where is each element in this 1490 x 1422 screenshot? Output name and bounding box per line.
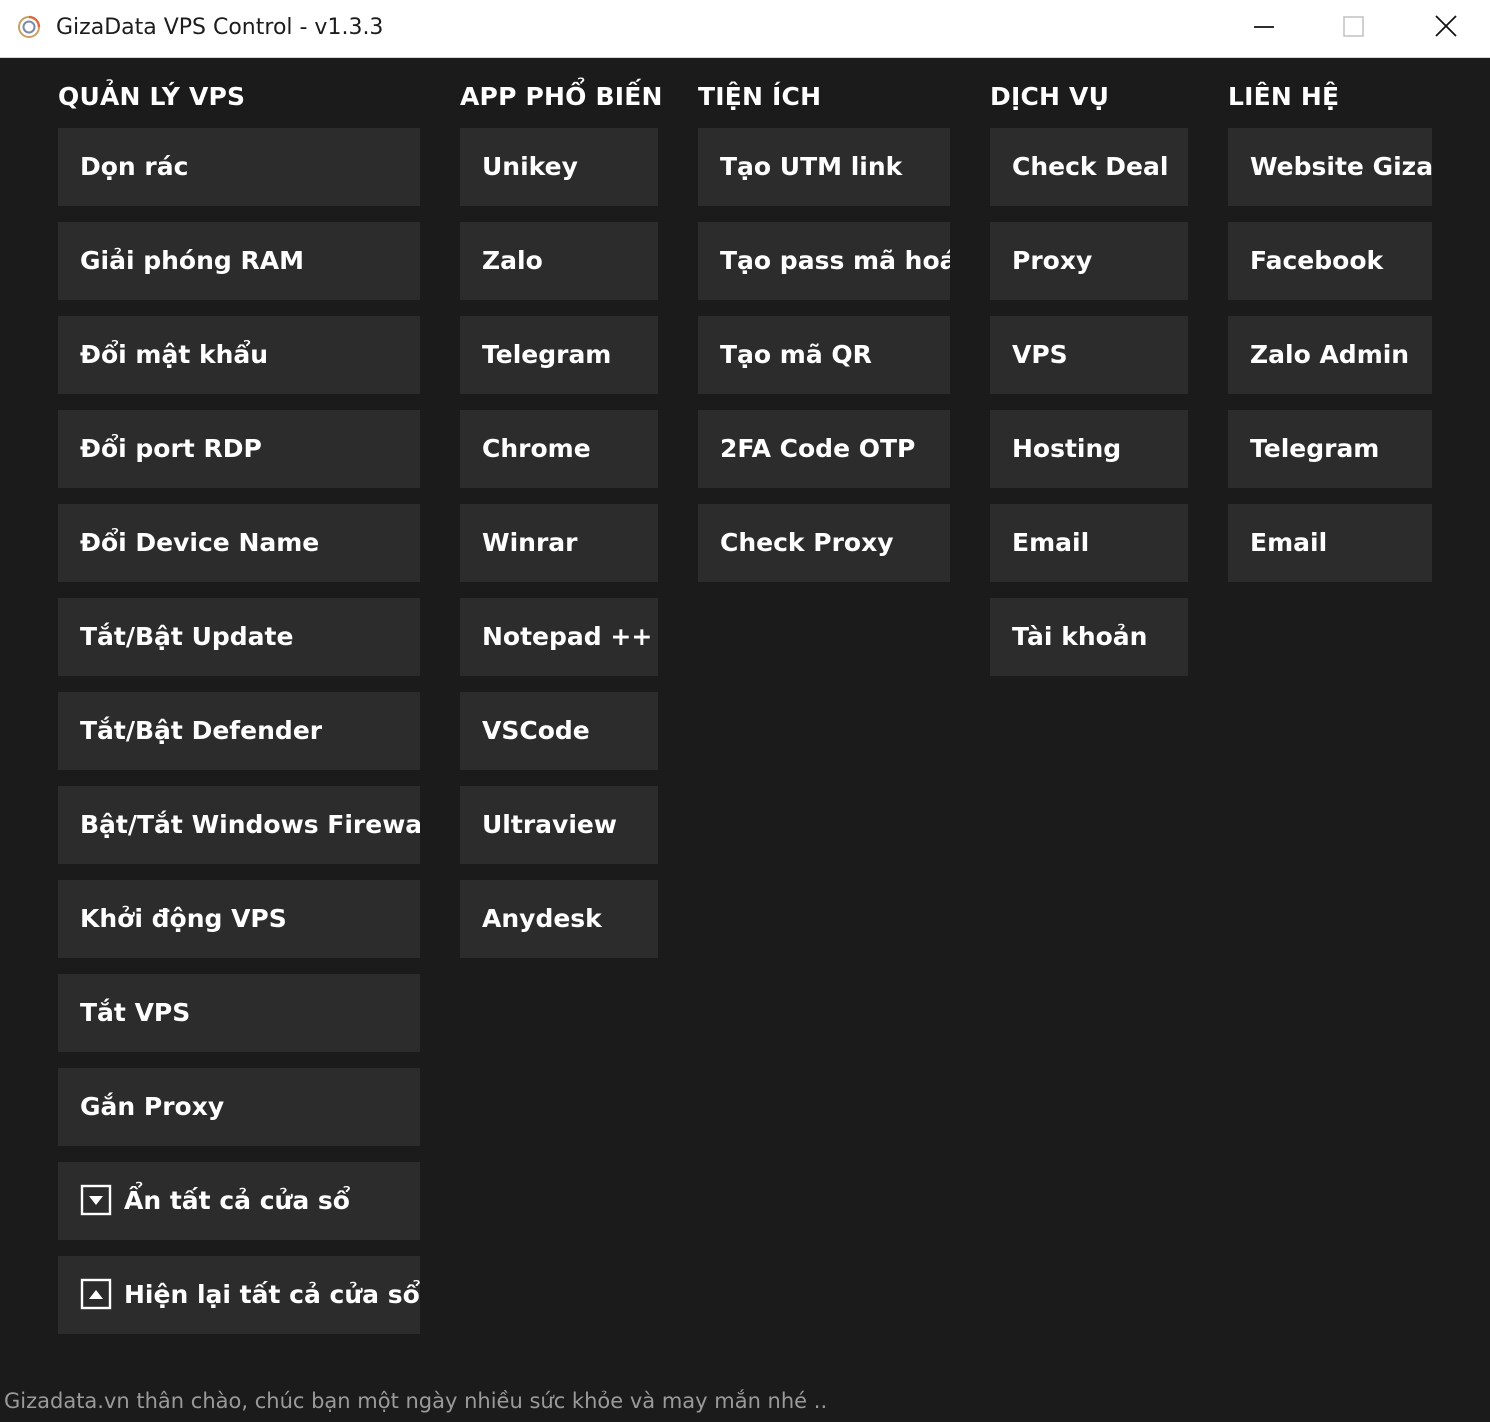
service-vps-button[interactable]: VPS bbox=[990, 316, 1188, 394]
window-title: GizaData VPS Control - v1.3.3 bbox=[56, 15, 384, 40]
button-label: Zalo Admin bbox=[1250, 340, 1410, 369]
button-label: Zalo bbox=[482, 246, 543, 275]
button-label: Đổi port RDP bbox=[80, 434, 262, 463]
service-hosting-button[interactable]: Hosting bbox=[990, 410, 1188, 488]
button-label: Gắn Proxy bbox=[80, 1092, 225, 1121]
button-label: Tắt/Bật Defender bbox=[80, 716, 323, 745]
heading-contact: LIÊN HỆ bbox=[1228, 82, 1340, 111]
button-label: Tạo pass mã hoá bbox=[720, 246, 950, 275]
app-winrar-button[interactable]: Winrar bbox=[460, 504, 658, 582]
services-column: Check Deal Proxy VPS Hosting Email Tài k… bbox=[990, 128, 1188, 692]
button-label: Tạo UTM link bbox=[720, 152, 903, 181]
show-all-windows-button[interactable]: Hiện lại tất cả cửa sổ bbox=[58, 1256, 420, 1334]
free-ram-button[interactable]: Giải phóng RAM bbox=[58, 222, 420, 300]
clean-trash-button[interactable]: Dọn rác bbox=[58, 128, 420, 206]
toggle-defender-button[interactable]: Tắt/Bật Defender bbox=[58, 692, 420, 770]
title-bar[interactable]: GizaData VPS Control - v1.3.3 bbox=[0, 0, 1490, 58]
button-label: VPS bbox=[1012, 340, 1068, 369]
service-email-button[interactable]: Email bbox=[990, 504, 1188, 582]
button-label: Dọn rác bbox=[80, 152, 189, 181]
utilities-column: Tạo UTM link Tạo pass mã hoá Tạo mã QR 2… bbox=[698, 128, 950, 598]
app-notepadpp-button[interactable]: Notepad ++ bbox=[460, 598, 658, 676]
button-label: Unikey bbox=[482, 152, 578, 181]
change-rdp-port-button[interactable]: Đổi port RDP bbox=[58, 410, 420, 488]
create-qr-code-button[interactable]: Tạo mã QR bbox=[698, 316, 950, 394]
main-panel: QUẢN LÝ VPS APP PHỔ BIẾN TIỆN ÍCH DỊCH V… bbox=[0, 58, 1490, 1422]
button-label: Check Proxy bbox=[720, 528, 894, 557]
service-proxy-button[interactable]: Proxy bbox=[990, 222, 1188, 300]
create-encrypted-pass-button[interactable]: Tạo pass mã hoá bbox=[698, 222, 950, 300]
shutdown-vps-button[interactable]: Tắt VPS bbox=[58, 974, 420, 1052]
button-label: 2FA Code OTP bbox=[720, 434, 916, 463]
button-label: Đổi mật khẩu bbox=[80, 340, 269, 369]
vps-management-column: Dọn rác Giải phóng RAM Đổi mật khẩu Đổi … bbox=[58, 128, 420, 1350]
arrow-down-box-icon bbox=[80, 1184, 112, 1216]
button-label: Ultraview bbox=[482, 810, 617, 839]
button-label: Notepad ++ bbox=[482, 622, 653, 651]
button-label: Đổi Device Name bbox=[80, 528, 320, 557]
arrow-up-box-icon bbox=[80, 1278, 112, 1310]
app-zalo-button[interactable]: Zalo bbox=[460, 222, 658, 300]
minimize-icon bbox=[1254, 26, 1274, 28]
service-account-button[interactable]: Tài khoản bbox=[990, 598, 1188, 676]
change-device-name-button[interactable]: Đổi Device Name bbox=[58, 504, 420, 582]
button-label: Tài khoản bbox=[1012, 622, 1148, 651]
maximize-button[interactable] bbox=[1309, 0, 1399, 56]
create-utm-link-button[interactable]: Tạo UTM link bbox=[698, 128, 950, 206]
button-label: Anydesk bbox=[482, 904, 602, 933]
restart-vps-button[interactable]: Khởi động VPS bbox=[58, 880, 420, 958]
button-label: Ẩn tất cả cửa sổ bbox=[124, 1186, 350, 1215]
button-label: Check Deal bbox=[1012, 152, 1169, 181]
app-telegram-button[interactable]: Telegram bbox=[460, 316, 658, 394]
popular-apps-column: Unikey Zalo Telegram Chrome Winrar Notep… bbox=[460, 128, 658, 974]
button-label: Bật/Tắt Windows Firewall bbox=[80, 810, 420, 839]
heading-services: DỊCH VỤ bbox=[990, 82, 1110, 111]
app-chrome-button[interactable]: Chrome bbox=[460, 410, 658, 488]
button-label: Winrar bbox=[482, 528, 578, 557]
change-password-button[interactable]: Đổi mật khẩu bbox=[58, 316, 420, 394]
toggle-update-button[interactable]: Tắt/Bật Update bbox=[58, 598, 420, 676]
button-label: Khởi động VPS bbox=[80, 904, 287, 933]
button-label: Website Giza bbox=[1250, 152, 1432, 181]
button-label: Email bbox=[1250, 528, 1328, 557]
app-vscode-button[interactable]: VSCode bbox=[460, 692, 658, 770]
contact-telegram-button[interactable]: Telegram bbox=[1228, 410, 1432, 488]
button-label: Email bbox=[1012, 528, 1090, 557]
button-label: Giải phóng RAM bbox=[80, 246, 304, 275]
button-label: Tắt VPS bbox=[80, 998, 191, 1027]
heading-popular-apps: APP PHỔ BIẾN bbox=[460, 82, 663, 111]
contact-website-button[interactable]: Website Giza bbox=[1228, 128, 1432, 206]
gizadata-logo-icon bbox=[16, 14, 42, 40]
contact-column: Website Giza Facebook Zalo Admin Telegra… bbox=[1228, 128, 1432, 598]
check-deal-button[interactable]: Check Deal bbox=[990, 128, 1188, 206]
heading-utilities: TIỆN ÍCH bbox=[698, 82, 822, 111]
status-bar-text: Gizadata.vn thân chào, chúc bạn một ngày… bbox=[4, 1389, 828, 1413]
button-label: Telegram bbox=[482, 340, 612, 369]
button-label: Hiện lại tất cả cửa sổ bbox=[124, 1280, 420, 1309]
toggle-firewall-button[interactable]: Bật/Tắt Windows Firewall bbox=[58, 786, 420, 864]
button-label: Telegram bbox=[1250, 434, 1380, 463]
button-label: Hosting bbox=[1012, 434, 1122, 463]
minimize-button[interactable] bbox=[1219, 0, 1309, 56]
button-label: VSCode bbox=[482, 716, 590, 745]
button-label: Proxy bbox=[1012, 246, 1093, 275]
app-unikey-button[interactable]: Unikey bbox=[460, 128, 658, 206]
contact-facebook-button[interactable]: Facebook bbox=[1228, 222, 1432, 300]
twofa-otp-button[interactable]: 2FA Code OTP bbox=[698, 410, 950, 488]
close-icon bbox=[1435, 15, 1457, 37]
button-label: Facebook bbox=[1250, 246, 1384, 275]
button-label: Tắt/Bật Update bbox=[80, 622, 294, 651]
button-label: Tạo mã QR bbox=[720, 340, 872, 369]
hide-all-windows-button[interactable]: Ẩn tất cả cửa sổ bbox=[58, 1162, 420, 1240]
check-proxy-button[interactable]: Check Proxy bbox=[698, 504, 950, 582]
contact-email-button[interactable]: Email bbox=[1228, 504, 1432, 582]
button-label: Chrome bbox=[482, 434, 591, 463]
heading-vps-management: QUẢN LÝ VPS bbox=[58, 82, 246, 111]
app-ultraview-button[interactable]: Ultraview bbox=[460, 786, 658, 864]
contact-zalo-admin-button[interactable]: Zalo Admin bbox=[1228, 316, 1432, 394]
app-anydesk-button[interactable]: Anydesk bbox=[460, 880, 658, 958]
close-button[interactable] bbox=[1400, 0, 1490, 56]
maximize-icon bbox=[1343, 16, 1364, 37]
attach-proxy-button[interactable]: Gắn Proxy bbox=[58, 1068, 420, 1146]
